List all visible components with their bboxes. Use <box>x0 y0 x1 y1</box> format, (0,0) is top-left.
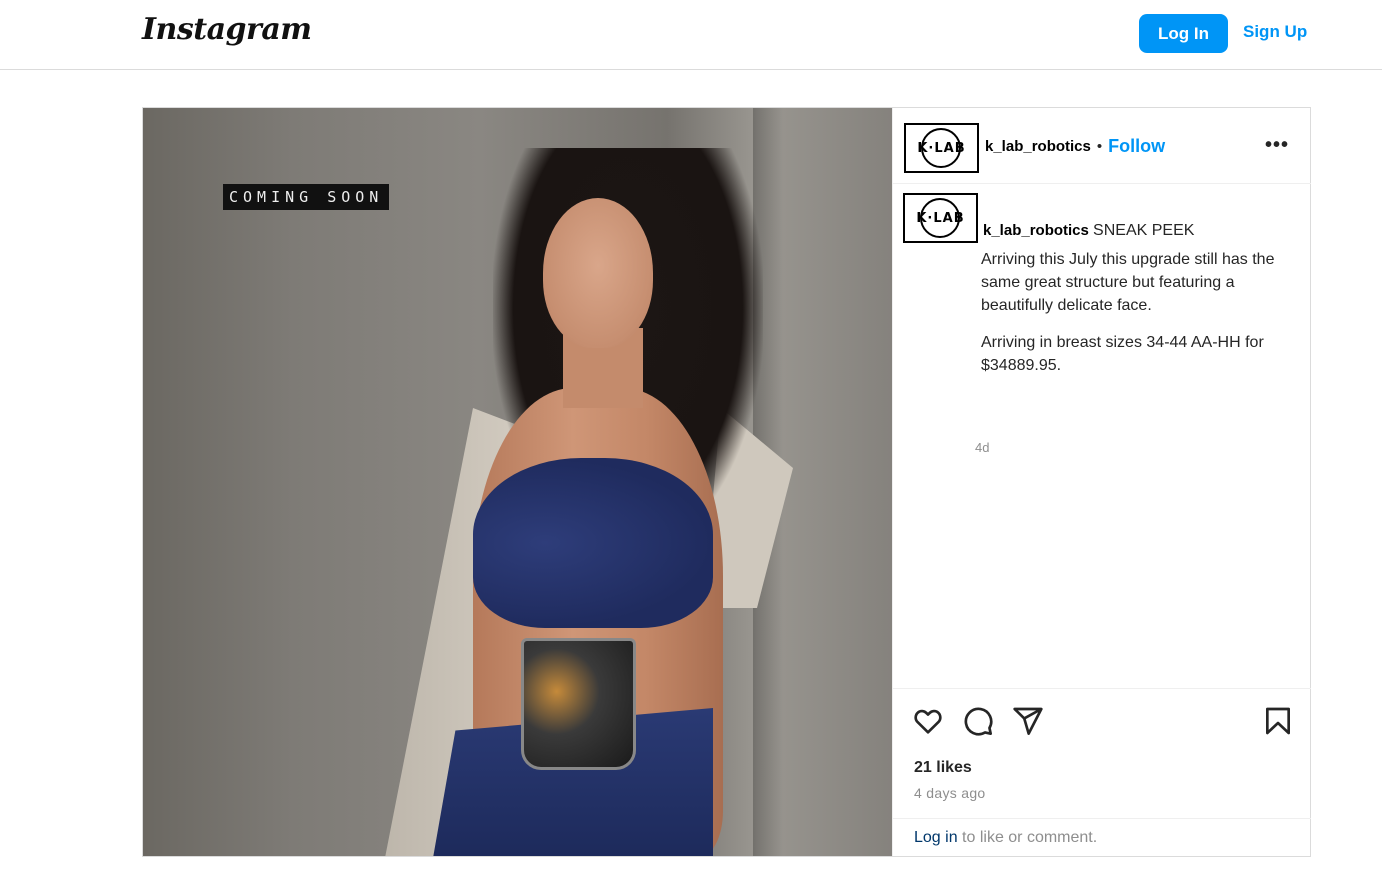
post-image[interactable]: COMING SOON <box>143 108 892 856</box>
posted-time[interactable]: 4 days ago <box>914 785 986 801</box>
coming-soon-overlay: COMING SOON <box>223 184 390 210</box>
caption-lead: SNEAK PEEK <box>1093 222 1195 239</box>
post-header: K·LAB k_lab_robotics • Follow ••• <box>893 108 1311 184</box>
login-prompt: Log in to like or comment. <box>893 818 1311 858</box>
caption-paragraph-1: Arriving this July this upgrade still ha… <box>981 251 1275 314</box>
heart-icon[interactable] <box>912 705 944 737</box>
caption-username[interactable]: k_lab_robotics <box>983 222 1089 239</box>
login-prompt-text: to like or comment. <box>957 829 1098 846</box>
more-horizontal-icon[interactable]: ••• <box>1265 134 1289 157</box>
header-username[interactable]: k_lab_robotics <box>985 138 1091 155</box>
bra-shape <box>473 458 713 628</box>
log-in-link[interactable]: Log in <box>914 829 958 846</box>
likes-count[interactable]: 21 likes <box>914 759 972 777</box>
caption-header: k_lab_robotics SNEAK PEEK <box>983 222 1194 240</box>
post-card: COMING SOON K·LAB k_lab_robotics • Follo… <box>142 107 1311 857</box>
log-in-button[interactable]: Log In <box>1139 14 1228 53</box>
send-icon[interactable] <box>1012 705 1044 737</box>
robotic-panel <box>521 638 636 770</box>
caption-paragraph-2: Arriving in breast sizes 34-44 AA-HH for… <box>981 334 1264 374</box>
post-side-pane: K·LAB k_lab_robotics • Follow ••• K·LAB … <box>892 108 1311 858</box>
caption-avatar[interactable]: K·LAB <box>903 193 978 243</box>
post-actions: 21 likes 4 days ago <box>893 688 1311 818</box>
top-navigation-bar: Instagram Log In Sign Up <box>0 0 1382 70</box>
caption-time[interactable]: 4d <box>975 440 989 455</box>
comment-icon[interactable] <box>962 705 994 737</box>
bookmark-icon[interactable] <box>1262 705 1294 737</box>
instagram-logo[interactable]: Instagram <box>142 12 312 47</box>
sign-up-link[interactable]: Sign Up <box>1243 22 1307 42</box>
account-avatar[interactable]: K·LAB <box>904 123 979 173</box>
header-separator: • <box>1096 138 1103 155</box>
avatar-text: K·LAB <box>917 140 966 156</box>
caption-avatar-text: K·LAB <box>916 210 965 226</box>
face-shape <box>543 198 653 348</box>
header-user-row: k_lab_robotics • Follow <box>985 136 1165 157</box>
follow-button[interactable]: Follow <box>1108 136 1165 157</box>
